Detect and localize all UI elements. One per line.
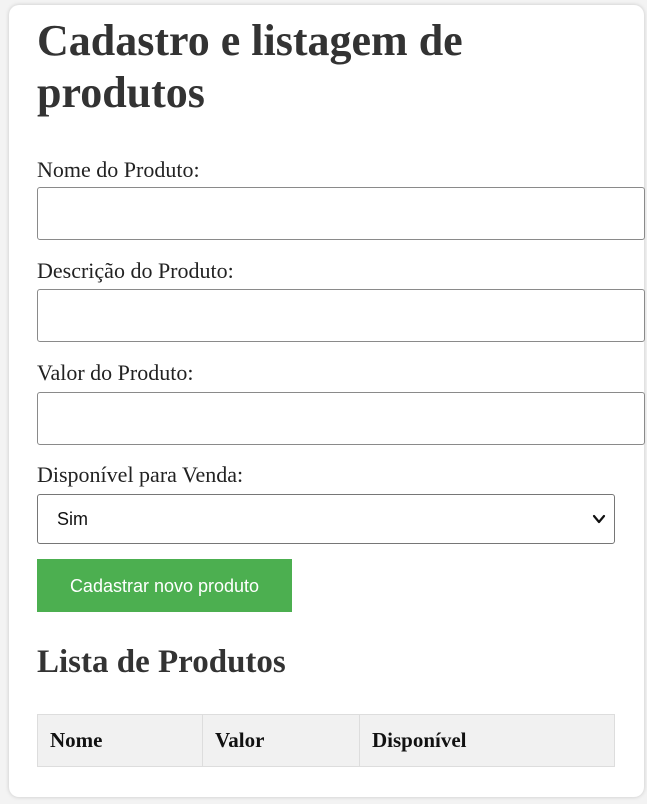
table-header-row: Nome Valor Disponível bbox=[37, 714, 615, 767]
page-title: Cadastro e listagem de produtos bbox=[37, 16, 463, 117]
column-header-available: Disponível bbox=[359, 714, 615, 767]
chevron-down-icon bbox=[592, 514, 606, 524]
product-name-label: Nome do Produto: bbox=[37, 157, 200, 182]
register-product-button[interactable]: Cadastrar novo produto bbox=[37, 559, 292, 612]
product-name-input[interactable] bbox=[37, 187, 645, 240]
product-description-input[interactable] bbox=[37, 289, 645, 342]
column-header-price: Valor bbox=[202, 714, 360, 767]
availability-selected-value: Sim bbox=[57, 509, 88, 529]
product-table: Nome Valor Disponível bbox=[37, 714, 615, 767]
availability-label: Disponível para Venda: bbox=[37, 462, 244, 487]
product-list-title: Lista de Produtos bbox=[37, 644, 286, 680]
availability-select[interactable]: Sim bbox=[37, 494, 615, 544]
product-form-card: Cadastro e listagem de produtos Nome do … bbox=[9, 5, 645, 797]
product-description-label: Descrição do Produto: bbox=[37, 258, 234, 283]
column-header-name: Nome bbox=[37, 714, 203, 767]
product-price-label: Valor do Produto: bbox=[37, 360, 194, 385]
product-price-input[interactable] bbox=[37, 392, 645, 445]
